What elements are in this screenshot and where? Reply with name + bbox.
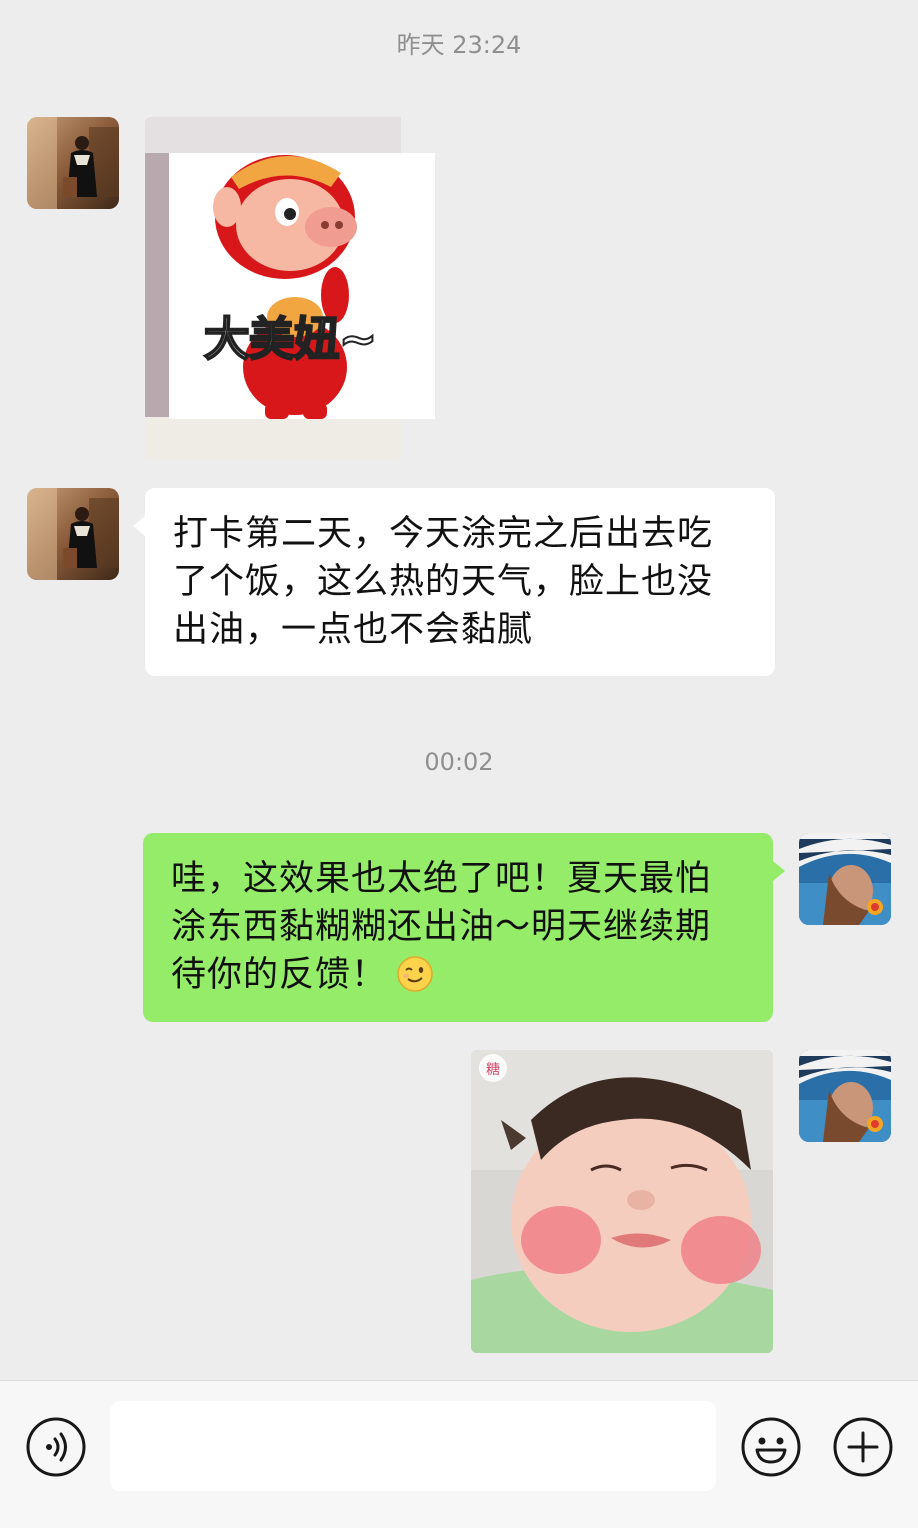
watermark-text: 糖 — [486, 1062, 500, 1078]
incoming-message-bubble[interactable]: 打卡第二天，今天涂完之后出去吃了个饭，这么热的天气，脸上也没出油，一点也不会黏腻 — [133, 488, 775, 676]
input-bar — [0, 1380, 918, 1528]
my-avatar[interactable] — [799, 1050, 891, 1142]
sticker-caption: 大美妞~ — [203, 311, 379, 367]
message-text: 哇，这效果也太绝了吧！夏天最怕涂东西黏糊糊还出油～明天继续期待你的反馈！ — [171, 859, 712, 995]
voice-icon[interactable] — [25, 1416, 87, 1478]
timestamp: 昨天 23:24 — [396, 31, 522, 59]
plus-icon[interactable] — [832, 1416, 894, 1478]
photo-image-message[interactable]: 糖 — [471, 1050, 773, 1353]
contact-avatar[interactable] — [27, 488, 119, 580]
contact-avatar[interactable] — [27, 117, 119, 209]
wink-emoji-icon — [397, 956, 433, 992]
message-text: 打卡第二天，今天涂完之后出去吃了个饭，这么热的天气，脸上也没出油，一点也不会黏腻 — [173, 514, 714, 650]
message-input[interactable] — [110, 1401, 716, 1491]
outgoing-message-bubble[interactable]: 哇，这效果也太绝了吧！夏天最怕涂东西黏糊糊还出油～明天继续期待你的反馈！ — [143, 833, 785, 1022]
smiley-icon[interactable] — [740, 1416, 802, 1478]
sticker-image-message[interactable]: 大美妞~ — [145, 117, 435, 460]
my-avatar[interactable] — [799, 833, 891, 925]
chat-area[interactable]: 昨天 23:24 大美妞~ 打卡第二天，今天涂完之后出去吃了个饭，这么热的天气，… — [0, 0, 918, 1380]
timestamp: 00:02 — [424, 748, 494, 776]
